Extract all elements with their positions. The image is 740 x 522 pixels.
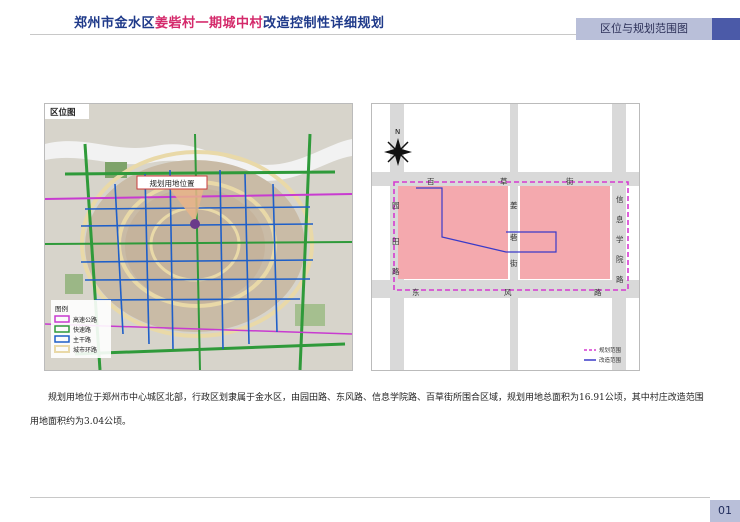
location-map-label: 区位图 (50, 107, 76, 118)
road-west-3: 路 (392, 266, 400, 276)
road-east-1: 信 (616, 194, 624, 204)
road-south-2: 风 (504, 288, 512, 297)
svg-text:主干路: 主干路 (73, 336, 91, 344)
title-village: 姜砦村一期城中村 (155, 16, 264, 31)
legend-item-renovation-boundary: 改造范围 (584, 356, 622, 364)
road-north-2: 草 (500, 176, 508, 186)
north-label: N (395, 128, 400, 136)
section-label: 区位与规划范围图 (576, 18, 712, 40)
road-south-3: 路 (594, 287, 602, 297)
road-east-2: 息 (616, 214, 624, 224)
header-divider (30, 34, 576, 35)
page-number: 01 (710, 500, 740, 522)
svg-text:高速公路: 高速公路 (73, 316, 97, 324)
svg-text:规划范围: 规划范围 (599, 346, 622, 354)
page-title: 郑州市金水区姜砦村一期城中村改造控制性详细规划 (74, 12, 385, 31)
legend-title: 图例 (55, 304, 68, 313)
road-middle-2: 砦 (510, 232, 518, 242)
svg-text:快速路: 快速路 (73, 326, 91, 334)
compass-icon (384, 138, 412, 166)
road-middle-1: 姜 (510, 200, 518, 210)
description-paragraph: 规划用地位于郑州市中心城区北部，行政区划隶属于金水区，由园田路、东风路、信息学院… (30, 393, 704, 427)
title-plan: 改造控制性详细规划 (263, 16, 385, 31)
road-north-1: 百 (427, 177, 435, 186)
site-plan-graphic: N 百 草 街 园 田 路 姜 砦 街 信 息 学 院 路 东 风 路 规划范围… (372, 104, 639, 370)
road-middle-3: 街 (510, 258, 518, 268)
svg-text:改造范围: 改造范围 (599, 356, 622, 364)
section-accent (712, 18, 740, 40)
road-east-5: 路 (616, 274, 624, 284)
road-west-1: 园 (392, 201, 400, 210)
title-city: 郑州市金水区 (74, 16, 156, 31)
footer-divider (30, 497, 710, 498)
site-marker-label: 规划用地位置 (150, 178, 195, 188)
road-north-3: 街 (566, 176, 574, 186)
location-map-graphic: 规划用地位置 区位图 图例 高速公路 快速路 主干路 城市环路 (45, 104, 352, 370)
road-east-4: 院 (616, 254, 624, 264)
legend-item-planning-boundary: 规划范围 (584, 346, 622, 354)
road-west-2: 田 (392, 237, 400, 246)
site-plan-map: N 百 草 街 园 田 路 姜 砦 街 信 息 学 院 路 东 风 路 规划范围… (371, 103, 640, 371)
road-south-1: 东 (412, 287, 420, 297)
location-map: 规划用地位置 区位图 图例 高速公路 快速路 主干路 城市环路 (44, 103, 353, 371)
svg-text:城市环路: 城市环路 (73, 346, 97, 354)
road-east-3: 学 (616, 234, 624, 244)
